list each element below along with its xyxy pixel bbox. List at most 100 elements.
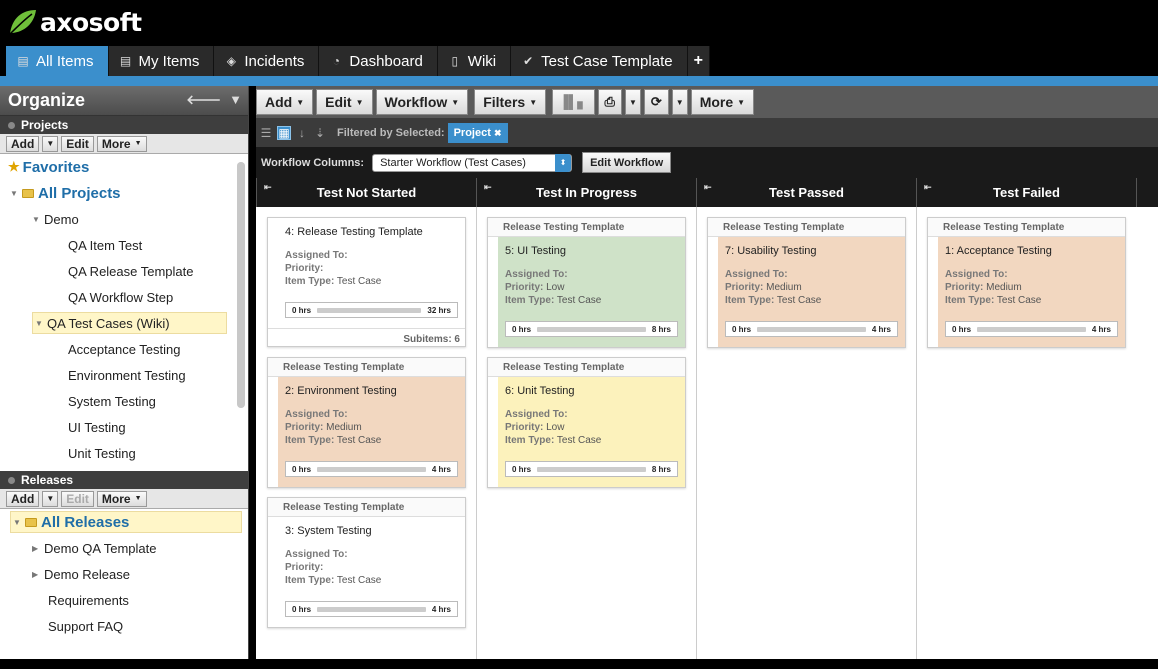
- folder-icon: [25, 517, 37, 527]
- card-title[interactable]: 6: Unit Testing: [505, 385, 678, 409]
- favorites-label: Favorites: [22, 158, 90, 176]
- projects-add-button[interactable]: Add: [6, 135, 40, 152]
- projects-scrollbar[interactable]: [237, 162, 245, 408]
- tab-my-items[interactable]: ▤ My Items: [108, 46, 215, 76]
- collapse-column-icon[interactable]: ⇤: [704, 182, 712, 193]
- chart-button[interactable]: ▐▌▖: [552, 89, 595, 115]
- tab-test-case-template[interactable]: ✔ Test Case Template: [511, 46, 688, 76]
- print-button[interactable]: ⎙: [597, 89, 622, 115]
- expand-arrow-icon[interactable]: ▼: [13, 518, 23, 527]
- releases-more-button[interactable]: More ▼: [96, 490, 147, 507]
- expand-arrow-icon[interactable]: ▼: [10, 189, 20, 198]
- tree-item-acceptance-testing[interactable]: Acceptance Testing: [68, 338, 181, 360]
- releases-add-dropdown[interactable]: ▼: [42, 490, 59, 507]
- tab-incidents[interactable]: ◈ Incidents: [214, 46, 320, 76]
- add-label: Add: [265, 94, 293, 110]
- card-parent-title[interactable]: Release Testing Template: [488, 218, 685, 237]
- tree-item-demo-qa-template[interactable]: ▶ Demo QA Template: [32, 537, 156, 559]
- tab-dashboard[interactable]: ◔ Dashboard: [319, 46, 438, 76]
- card-acceptance-testing[interactable]: Release Testing Template 1: Acceptance T…: [927, 217, 1126, 348]
- card-body: 3: System Testing Assigned To: Priority:…: [278, 517, 465, 627]
- card-system-testing[interactable]: Release Testing Template 3: System Testi…: [267, 497, 466, 628]
- priority-label: Priority:: [505, 282, 544, 293]
- more-label: More: [101, 491, 131, 506]
- collapse-column-icon[interactable]: ⇤: [264, 182, 272, 193]
- tree-item-qa-workflow-step[interactable]: QA Workflow Step: [68, 286, 173, 308]
- filter-icon[interactable]: ▼: [229, 92, 242, 108]
- expand-arrow-icon[interactable]: ▼: [35, 319, 45, 328]
- card-title[interactable]: 4: Release Testing Template: [285, 226, 458, 250]
- projects-more-button[interactable]: More ▼: [96, 135, 147, 152]
- projects-edit-button[interactable]: Edit: [61, 135, 94, 152]
- tab-wiki[interactable]: ▯ Wiki: [437, 46, 512, 76]
- hours-progress: 0 hrs 4 hrs: [725, 321, 898, 337]
- subitems-count[interactable]: Subitems: 6: [268, 328, 465, 346]
- collapsed-arrow-icon[interactable]: ▶: [32, 544, 42, 553]
- print-dropdown[interactable]: ▼: [624, 89, 641, 115]
- edit-button[interactable]: Edit ▼: [316, 89, 373, 115]
- tree-item-qa-test-cases[interactable]: ▼ QA Test Cases (Wiki): [32, 312, 227, 334]
- card-parent-title[interactable]: Release Testing Template: [268, 358, 465, 377]
- refresh-dropdown[interactable]: ▼: [671, 89, 688, 115]
- tree-item-environment-testing[interactable]: Environment Testing: [68, 364, 186, 386]
- card-environment-testing[interactable]: Release Testing Template 2: Environment …: [267, 357, 466, 488]
- card-title[interactable]: 7: Usability Testing: [725, 245, 898, 269]
- card-parent-title[interactable]: Release Testing Template: [928, 218, 1125, 237]
- card-title[interactable]: 2: Environment Testing: [285, 385, 458, 409]
- more-button[interactable]: More ▼: [690, 89, 755, 115]
- organize-panel: Organize 🡐 ▼ Projects Add ▼ Edit More ▼ ★ F…: [0, 86, 249, 659]
- list-view-icon[interactable]: ☰: [259, 126, 273, 140]
- releases-edit-button[interactable]: Edit: [61, 490, 94, 507]
- edit-workflow-button[interactable]: Edit Workflow: [582, 152, 672, 173]
- filter-chip-project[interactable]: Project ✖: [447, 122, 508, 143]
- card-parent-title[interactable]: Release Testing Template: [268, 498, 465, 517]
- collapse-column-icon[interactable]: ⇤: [484, 182, 492, 193]
- card-usability-testing[interactable]: Release Testing Template 7: Usability Te…: [707, 217, 906, 348]
- add-button[interactable]: Add ▼: [256, 89, 314, 115]
- expand-arrow-icon[interactable]: ▼: [32, 215, 42, 224]
- card-unit-testing[interactable]: Release Testing Template 6: Unit Testing…: [487, 357, 686, 488]
- collapse-arrow-icon[interactable]: 🡐: [186, 92, 221, 108]
- card-parent-title[interactable]: Release Testing Template: [488, 358, 685, 377]
- tree-item-ui-testing[interactable]: UI Testing: [68, 416, 126, 438]
- card-title[interactable]: 3: System Testing: [285, 525, 458, 549]
- scrollbar-thumb[interactable]: [237, 162, 245, 408]
- card-release-testing-template[interactable]: 4: Release Testing Template Assigned To:…: [267, 217, 466, 347]
- hours-start: 0 hrs: [732, 324, 752, 334]
- refresh-button[interactable]: ⟳: [643, 89, 669, 115]
- hours-start: 0 hrs: [952, 324, 972, 334]
- release-label: Demo Release: [44, 566, 130, 582]
- tree-item-demo[interactable]: ▼ Demo: [32, 208, 79, 230]
- tree-item-favorites[interactable]: ★ Favorites: [8, 156, 89, 178]
- tree-item-support-faq[interactable]: Support FAQ: [48, 615, 123, 637]
- collapse-column-icon[interactable]: ⇤: [924, 182, 932, 193]
- card-view-icon[interactable]: ▦: [277, 125, 291, 140]
- filters-button[interactable]: Filters ▼: [474, 89, 547, 115]
- releases-add-button[interactable]: Add: [6, 490, 40, 507]
- workflow-select[interactable]: Starter Workflow (Test Cases) ⬍: [372, 153, 573, 172]
- tree-item-all-projects[interactable]: ▼ All Projects: [10, 182, 121, 204]
- sort-down-icon[interactable]: ↓: [295, 126, 309, 140]
- add-tab-button[interactable]: +: [687, 46, 710, 76]
- tab-all-items[interactable]: ▤ All Items: [6, 46, 109, 76]
- tree-item-demo-release[interactable]: ▶ Demo Release: [32, 563, 130, 585]
- sort-filter-icon[interactable]: ⇣: [313, 126, 327, 140]
- tree-item-qa-release-template[interactable]: QA Release Template: [68, 260, 194, 282]
- collapsed-arrow-icon[interactable]: ▶: [32, 570, 42, 579]
- tree-item-qa-item-test[interactable]: QA Item Test: [68, 234, 142, 256]
- projects-add-dropdown[interactable]: ▼: [42, 135, 59, 152]
- card-title[interactable]: 5: UI Testing: [505, 245, 678, 269]
- tree-item-all-releases[interactable]: ▼ All Releases: [10, 511, 242, 533]
- close-icon[interactable]: ✖: [494, 128, 502, 138]
- workflow-button[interactable]: Workflow ▼: [375, 89, 469, 115]
- card-ui-testing[interactable]: Release Testing Template 5: UI Testing A…: [487, 217, 686, 348]
- card-title[interactable]: 1: Acceptance Testing: [945, 245, 1118, 269]
- tree-item-requirements[interactable]: Requirements: [48, 589, 129, 611]
- chevron-down-icon: ▼: [628, 97, 637, 107]
- tree-item-unit-testing[interactable]: Unit Testing: [68, 442, 136, 464]
- card-parent-title[interactable]: Release Testing Template: [708, 218, 905, 237]
- item-type-value: Test Case: [336, 435, 382, 446]
- releases-header: Releases: [0, 471, 248, 489]
- tree-item-system-testing[interactable]: System Testing: [68, 390, 156, 412]
- hours-progress: 0 hrs 8 hrs: [505, 461, 678, 477]
